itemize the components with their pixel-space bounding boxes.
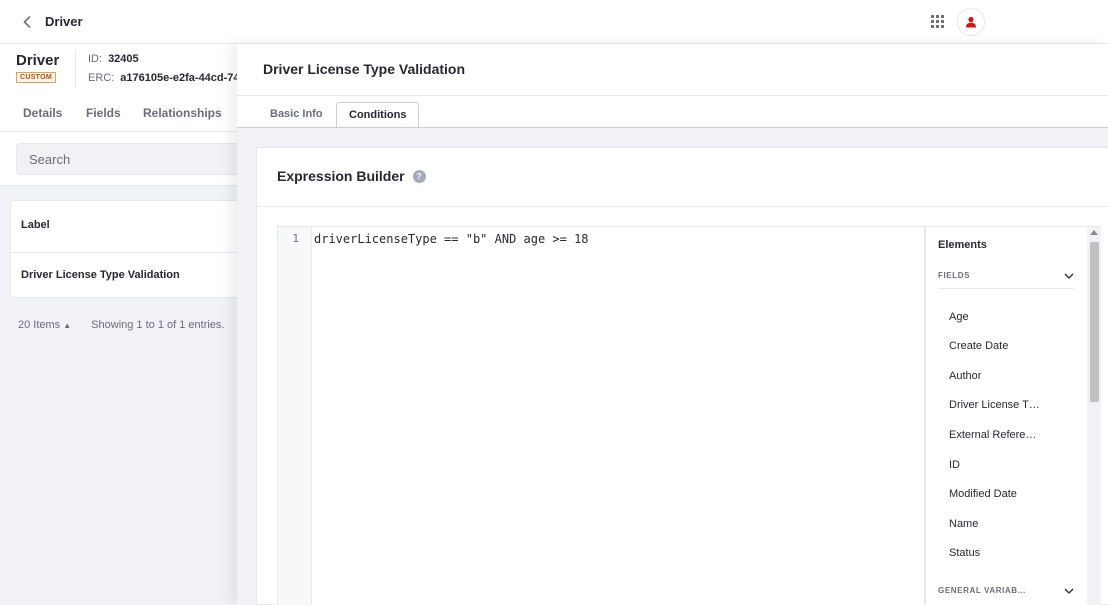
elements-sidebar: Elements FIELDS Age Create Date Author D… bbox=[925, 226, 1087, 605]
search-input[interactable]: Search bbox=[16, 143, 237, 175]
element-field-external-reference[interactable]: External Refere… bbox=[949, 429, 1049, 441]
elements-scrollbar[interactable] bbox=[1087, 226, 1101, 605]
line-number: 1 bbox=[292, 232, 299, 245]
apps-grid-icon[interactable] bbox=[929, 13, 945, 29]
element-field-modified-date[interactable]: Modified Date bbox=[949, 488, 1049, 500]
section-general-variables-toggle[interactable]: GENERAL VARIAB… bbox=[938, 586, 1074, 595]
object-id: ID: 32405 bbox=[88, 53, 139, 65]
object-definition-panel: Driver CUSTOM ID: 32405 ERC: a176105e-e2fa… bbox=[0, 44, 240, 605]
expression-builder-title: Expression Builder ? bbox=[277, 168, 426, 184]
card-divider bbox=[257, 206, 1108, 207]
caret-up-down-icon: ▲︎ bbox=[63, 321, 72, 330]
top-bar: Driver bbox=[0, 0, 1108, 44]
line-number-gutter: 1 bbox=[278, 227, 312, 605]
conditions-content: Expression Builder ? 1 driverLicenseType… bbox=[237, 128, 1108, 605]
erc-label: ERC: bbox=[88, 72, 115, 84]
back-button[interactable] bbox=[18, 12, 36, 32]
scroll-up-arrow-icon[interactable] bbox=[1090, 230, 1098, 235]
erc-value: a176105e-e2fa-44cd-74 bbox=[120, 72, 240, 84]
validation-side-panel: Driver License Type Validation Basic Inf… bbox=[237, 44, 1108, 605]
element-field-status[interactable]: Status bbox=[949, 547, 1049, 559]
tab-details[interactable]: Details bbox=[23, 106, 62, 120]
items-per-page-label: 20 Items bbox=[18, 319, 61, 331]
object-header: Driver CUSTOM ID: 32405 ERC: a176105e-e2fa… bbox=[0, 44, 240, 96]
object-erc: ERC: a176105e-e2fa-44cd-74 bbox=[88, 72, 240, 84]
search-bar: Search bbox=[0, 132, 237, 186]
pagination: 20 Items ▲︎ Showing 1 to 1 of 1 entries. bbox=[18, 319, 224, 331]
custom-badge: CUSTOM bbox=[16, 72, 57, 83]
elements-title: Elements bbox=[938, 239, 987, 251]
panel-divider bbox=[237, 95, 1108, 96]
element-field-name[interactable]: Name bbox=[949, 518, 1049, 530]
object-name: Driver bbox=[16, 52, 60, 69]
chevron-down-icon bbox=[1064, 273, 1074, 279]
tab-basic-info[interactable]: Basic Info bbox=[258, 102, 335, 128]
element-field-id[interactable]: ID bbox=[949, 459, 1049, 471]
section-fields-label: FIELDS bbox=[938, 271, 971, 280]
element-field-age[interactable]: Age bbox=[949, 311, 1049, 323]
question-circle-icon[interactable]: ? bbox=[412, 169, 426, 183]
tab-conditions[interactable]: Conditions bbox=[336, 102, 420, 129]
section-fields-toggle[interactable]: FIELDS bbox=[938, 271, 1074, 280]
page-title: Driver bbox=[45, 14, 83, 29]
entries-summary: Showing 1 to 1 of 1 entries. bbox=[91, 319, 225, 331]
tab-relationships[interactable]: Relationships bbox=[143, 106, 222, 120]
items-per-page-select[interactable]: 20 Items ▲︎ bbox=[18, 319, 71, 331]
user-avatar-button[interactable] bbox=[957, 8, 985, 36]
section-divider bbox=[938, 288, 1074, 289]
code-editor[interactable]: 1 driverLicenseType == "b" AND age >= 18 bbox=[277, 226, 925, 605]
chevron-down-icon bbox=[1064, 588, 1074, 594]
chevron-left-icon bbox=[23, 16, 31, 28]
element-field-driver-license-type[interactable]: Driver License T… bbox=[949, 399, 1049, 411]
object-tabs: Details Fields Relationships bbox=[0, 96, 237, 132]
id-value: 32405 bbox=[108, 53, 139, 65]
column-header-label[interactable]: Label bbox=[21, 219, 50, 231]
element-field-author[interactable]: Author bbox=[949, 370, 1049, 382]
user-icon bbox=[966, 16, 976, 28]
code-line[interactable]: driverLicenseType == "b" AND age >= 18 bbox=[314, 232, 589, 246]
expression-builder-card: Expression Builder ? 1 driverLicenseType… bbox=[256, 147, 1108, 605]
table-row[interactable]: Driver License Type Validation bbox=[21, 269, 180, 281]
expression-builder-heading: Expression Builder bbox=[277, 168, 405, 184]
scrollbar-thumb[interactable] bbox=[1090, 242, 1099, 402]
element-field-create-date[interactable]: Create Date bbox=[949, 340, 1049, 352]
section-general-variables-label: GENERAL VARIAB… bbox=[938, 586, 1027, 595]
header-divider bbox=[75, 50, 76, 88]
tab-fields[interactable]: Fields bbox=[86, 106, 121, 120]
id-label: ID: bbox=[88, 53, 103, 65]
validations-table: Label Driver License Type Validation bbox=[10, 200, 238, 298]
panel-title: Driver License Type Validation bbox=[263, 61, 466, 77]
row-divider bbox=[11, 252, 238, 253]
